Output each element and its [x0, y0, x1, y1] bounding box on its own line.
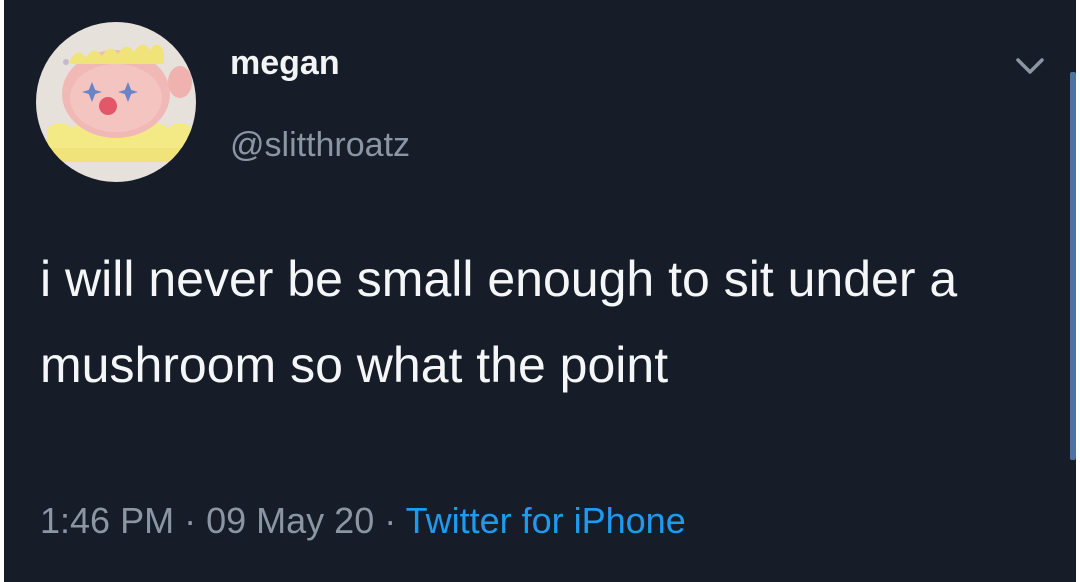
- avatar[interactable]: [36, 22, 196, 182]
- tweet-time[interactable]: 1:46 PM: [40, 500, 174, 541]
- meta-separator: ·: [184, 500, 197, 541]
- plush-clown-avatar-icon: [36, 22, 196, 182]
- display-name[interactable]: megan: [230, 46, 340, 80]
- tweet-date[interactable]: 09 May 20: [206, 500, 374, 541]
- scrollbar[interactable]: [1070, 72, 1076, 460]
- tweet-text: i will never be small enough to sit unde…: [40, 251, 958, 393]
- chevron-down-icon[interactable]: [1010, 52, 1050, 80]
- tweet-meta: 1:46 PM · 09 May 20 · Twitter for iPhone: [40, 499, 686, 542]
- tweet-source-link[interactable]: Twitter for iPhone: [406, 500, 686, 541]
- meta-separator: ·: [384, 500, 397, 541]
- handle[interactable]: @slitthroatz: [230, 128, 410, 162]
- tweet-card: megan @slitthroatz i will never be small…: [4, 0, 1076, 582]
